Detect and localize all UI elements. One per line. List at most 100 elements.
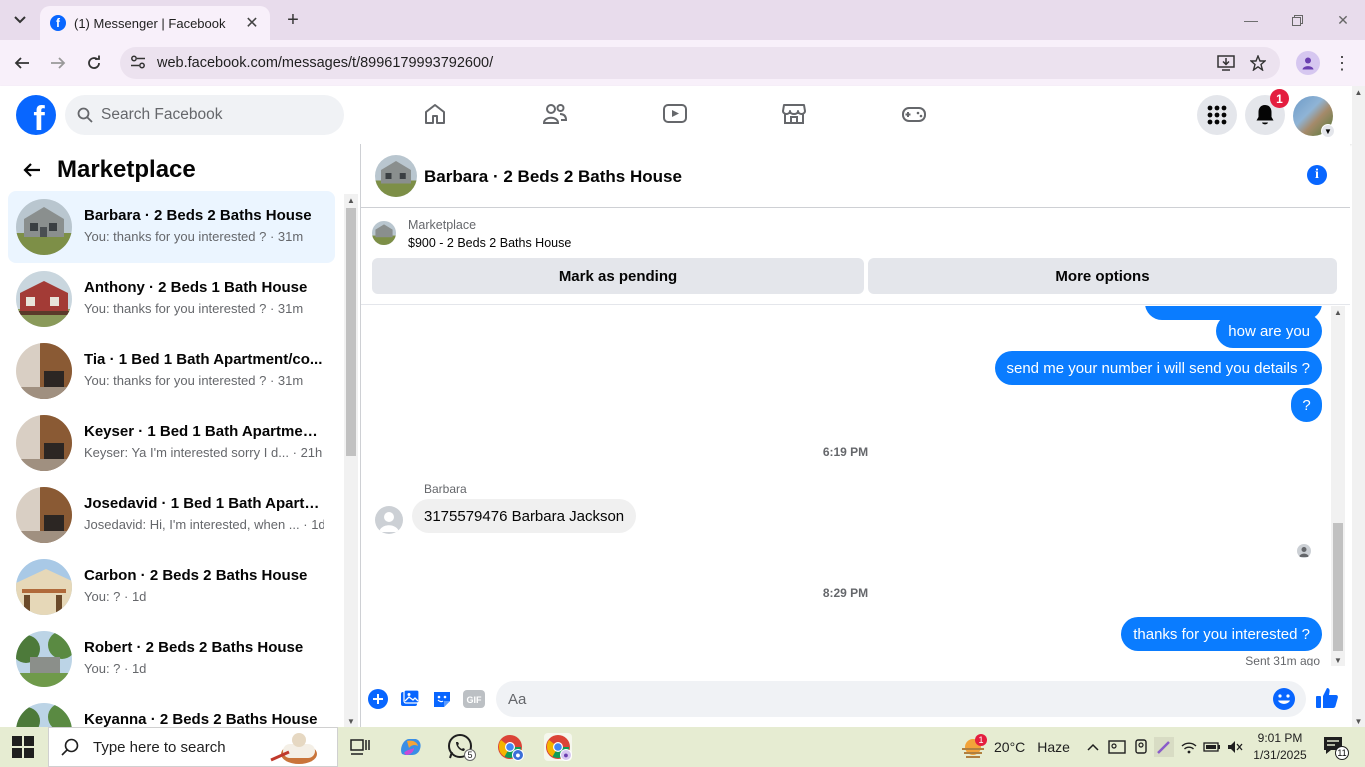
conversation-item[interactable]: Keyanna · 2 Beds 2 Baths House (8, 695, 335, 727)
conversation-item[interactable]: Robert · 2 Beds 2 Baths House You: ? · 1… (8, 623, 335, 695)
restore-window-button[interactable] (1287, 10, 1307, 30)
new-tab-button[interactable]: + (282, 9, 304, 31)
volume-muted-icon[interactable] (1225, 737, 1245, 757)
message-bubble-outgoing[interactable]: thanks for you interested ? (1121, 617, 1322, 651)
browser-profile-avatar[interactable] (1296, 51, 1320, 75)
chrome-profile-1-icon[interactable]: ● (496, 733, 524, 761)
scroll-up-arrow-icon[interactable]: ▲ (1352, 86, 1365, 98)
browser-tab-strip: f (1) Messenger | Facebook ✕ + — ✕ (0, 0, 1365, 40)
account-avatar[interactable]: ▼ (1293, 96, 1335, 138)
weather-condition: Haze (1037, 739, 1070, 755)
weather-alert-badge: 1 (975, 734, 987, 746)
show-hidden-icons-chevron-up-icon[interactable] (1083, 737, 1103, 757)
scroll-up-arrow-icon[interactable]: ▲ (344, 194, 358, 206)
weather-temperature: 20°C (994, 739, 1026, 755)
weather-widget[interactable]: 1 20°C Haze (960, 727, 1070, 767)
friends-icon[interactable] (541, 100, 569, 128)
back-button[interactable] (10, 51, 34, 75)
gif-icon[interactable]: GIF (463, 688, 485, 710)
wifi-icon[interactable] (1179, 737, 1199, 757)
more-options-button[interactable]: More options (868, 258, 1337, 294)
message-thread-scrollbar[interactable]: ▲ ▼ (1331, 306, 1345, 666)
task-view-icon[interactable] (346, 733, 374, 761)
listing-thumbnail (16, 415, 72, 471)
mark-as-pending-button[interactable]: Mark as pending (372, 258, 864, 294)
search-icon (77, 107, 93, 123)
message-input[interactable]: Aa (496, 681, 1306, 717)
chat-listing-avatar[interactable] (375, 155, 417, 197)
message-bubble-outgoing[interactable]: how are you (1216, 314, 1322, 348)
conversation-list-scrollbar[interactable]: ▲ ▼ (344, 194, 358, 727)
clock-time: 9:01 PM (1257, 731, 1303, 745)
forward-button[interactable] (46, 51, 70, 75)
video-icon[interactable] (661, 100, 689, 128)
conversation-item[interactable]: Keyser · 1 Bed 1 Bath Apartment... Keyse… (8, 407, 335, 479)
pen-icon[interactable] (1154, 737, 1174, 757)
default-person-icon (379, 512, 399, 532)
windows-start-icon[interactable] (12, 736, 34, 758)
scrollbar-thumb[interactable] (346, 208, 356, 456)
back-arrow-icon[interactable] (20, 158, 44, 182)
bookmark-star-icon[interactable] (1246, 47, 1270, 79)
photo-icon[interactable] (399, 688, 421, 710)
conversation-name: Robert · 2 Beds 2 Baths House (84, 639, 304, 656)
battery-icon[interactable] (1202, 737, 1222, 757)
camera-icon[interactable] (1131, 737, 1151, 757)
gaming-icon[interactable] (900, 100, 928, 128)
conversation-item[interactable]: Carbon · 2 Beds 2 Baths House You: ? · 1… (8, 551, 335, 623)
scrollbar-thumb[interactable] (1333, 523, 1343, 651)
site-info-icon[interactable] (128, 55, 148, 72)
conversation-snippet: You: ? · 1d (84, 661, 147, 676)
emoji-icon[interactable] (1272, 687, 1296, 711)
bell-icon (1256, 105, 1274, 125)
conversation-item[interactable]: Barbara · 2 Beds 2 Baths House You: than… (8, 191, 335, 263)
address-bar[interactable]: web.facebook.com/messages/t/899617999379… (120, 47, 1280, 79)
thumbs-up-icon[interactable] (1315, 686, 1339, 710)
conversation-name: Anthony · 2 Beds 1 Bath House (84, 279, 308, 296)
copilot-icon[interactable] (397, 733, 425, 761)
scroll-down-arrow-icon[interactable]: ▼ (1352, 715, 1365, 727)
home-icon[interactable] (421, 100, 449, 128)
message-bubble-incoming[interactable]: 3175579476 Barbara Jackson (412, 499, 637, 533)
browser-tab-active[interactable]: f (1) Messenger | Facebook ✕ (40, 6, 270, 40)
chrome-profile-2-icon[interactable]: ● (544, 733, 572, 761)
menu-grid-button[interactable] (1197, 95, 1237, 135)
page-scrollbar[interactable]: ▲ ▼ (1352, 86, 1365, 727)
conversation-item[interactable]: Tia · 1 Bed 1 Bath Apartment/co... You: … (8, 335, 335, 407)
conversation-name: Barbara · 2 Beds 2 Baths House (84, 207, 312, 224)
browser-menu-icon[interactable]: ⋮ (1333, 51, 1351, 75)
install-app-icon[interactable] (1214, 47, 1238, 79)
restore-icon (1291, 14, 1303, 26)
facebook-search-input[interactable]: Search Facebook (65, 95, 344, 135)
taskbar-search-input[interactable]: Type here to search (48, 727, 338, 767)
scroll-down-arrow-icon[interactable]: ▼ (344, 715, 358, 727)
chat-title[interactable]: Barbara · 2 Beds 2 Baths House (424, 167, 682, 187)
whatsapp-icon[interactable]: 5 (446, 733, 476, 761)
close-window-button[interactable]: ✕ (1333, 10, 1353, 30)
message-bubble-outgoing[interactable]: send me your number i will send you deta… (994, 351, 1322, 385)
reload-button[interactable] (82, 51, 106, 75)
tab-close-icon[interactable]: ✕ (242, 13, 262, 33)
listing-thumbnail[interactable] (372, 221, 396, 245)
screen-capture-icon[interactable] (1107, 737, 1127, 757)
tab-search-button[interactable] (8, 8, 32, 32)
whatsapp-unread-badge: 5 (464, 749, 476, 761)
marketplace-icon[interactable] (780, 100, 808, 128)
conversation-snippet: You: thanks for you interested ? · 31m (84, 229, 304, 244)
info-icon[interactable]: i (1307, 165, 1327, 185)
scroll-up-arrow-icon[interactable]: ▲ (1331, 306, 1345, 318)
message-bubble-outgoing[interactable]: ? (1291, 388, 1322, 422)
listing-thumbnail (16, 343, 72, 399)
listing-price-title[interactable]: $900 - 2 Beds 2 Baths House (408, 236, 571, 250)
add-attachment-icon[interactable] (367, 688, 389, 710)
taskbar-clock[interactable]: 9:01 PM 1/31/2025 (1248, 730, 1312, 764)
conversation-snippet: Keyser: Ya I'm interested sorry I d... ·… (84, 445, 323, 460)
scroll-down-arrow-icon[interactable]: ▼ (1331, 654, 1345, 666)
notification-center-button[interactable]: 11 (1323, 736, 1349, 760)
facebook-logo[interactable]: f (16, 95, 56, 135)
minimize-window-button[interactable]: — (1241, 10, 1261, 30)
conversation-item[interactable]: Anthony · 2 Beds 1 Bath House You: thank… (8, 263, 335, 335)
sticker-icon[interactable] (431, 688, 453, 710)
conversation-item[interactable]: Josedavid · 1 Bed 1 Bath Apartm... Josed… (8, 479, 335, 551)
sender-avatar[interactable] (375, 506, 403, 534)
